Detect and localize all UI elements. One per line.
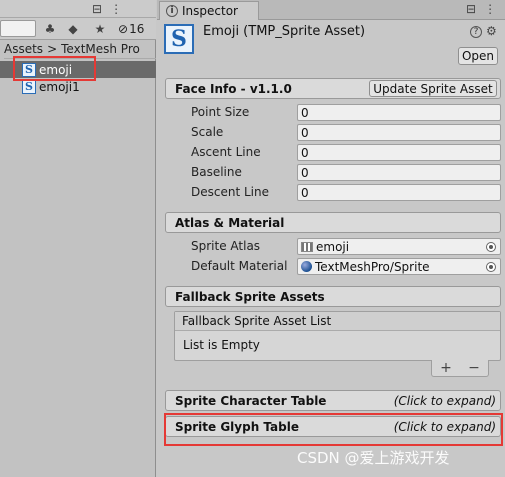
hidden-packages-toggle[interactable]: ⊘ 16 — [118, 19, 144, 39]
section-title: Sprite Character Table — [175, 393, 327, 408]
sprite-atlas-field[interactable]: emoji — [297, 238, 501, 255]
section-title: Atlas & Material — [175, 215, 285, 230]
scale-field[interactable]: 0 — [297, 124, 501, 141]
add-item-button[interactable]: + — [440, 360, 452, 376]
default-material-label: Default Material — [191, 259, 288, 273]
point-size-field[interactable]: 0 — [297, 104, 501, 121]
create-icon[interactable]: ♣ — [40, 19, 60, 39]
watermark: CSDN @爱上游戏开发 — [297, 449, 450, 467]
more-options-icon[interactable]: ⋮ — [484, 2, 496, 16]
ascent-line-field[interactable]: 0 — [297, 144, 501, 161]
favorite-star-icon[interactable]: ★ — [90, 19, 110, 39]
default-material-field[interactable]: TextMeshPro/Sprite — [297, 258, 501, 275]
tree-item-label: emoji1 — [39, 79, 80, 94]
tab-inspector[interactable]: i Inspector — [159, 1, 259, 20]
hidden-count: 16 — [129, 22, 145, 36]
eye-slash-icon: ⊘ — [118, 22, 129, 36]
glyph-table-highlight-box — [164, 413, 503, 446]
breadcrumb-separator: > — [47, 42, 58, 56]
inspector-panel-controls: ⊟ ⋮ — [466, 2, 496, 16]
list-add-remove-controls: + − — [431, 360, 489, 377]
remove-item-button[interactable]: − — [468, 360, 480, 376]
lock-icon[interactable]: ⊟ — [92, 2, 102, 16]
help-icon[interactable]: ? — [470, 26, 482, 38]
breadcrumb-assets[interactable]: Assets — [4, 42, 43, 56]
expand-hint: (Click to expand) — [393, 393, 496, 408]
section-atlas-material[interactable]: Atlas & Material — [165, 212, 501, 233]
texture-icon — [301, 241, 313, 252]
scale-label: Scale — [191, 125, 224, 139]
tab-label: Inspector — [182, 4, 238, 18]
selection-highlight-box — [13, 56, 96, 81]
section-title: Face Info - v1.1.0 — [175, 81, 292, 96]
sprite-atlas-label: Sprite Atlas — [191, 239, 261, 253]
open-button[interactable]: Open — [458, 47, 498, 65]
info-icon: i — [166, 5, 178, 17]
project-panel-controls: ⊟ ⋮ — [92, 2, 122, 16]
section-fallback-sprite-assets[interactable]: Fallback Sprite Assets — [165, 286, 501, 307]
sprite-asset-icon: S — [22, 79, 36, 94]
sprite-asset-large-icon: S — [164, 24, 194, 54]
settings-gear-icon[interactable]: ⚙ — [486, 24, 497, 38]
update-sprite-asset-button[interactable]: Update Sprite Asset — [369, 80, 497, 97]
list-empty-text: List is Empty — [183, 338, 260, 352]
sprite-atlas-value: emoji — [316, 239, 350, 254]
point-size-label: Point Size — [191, 105, 250, 119]
material-icon — [301, 261, 312, 272]
default-material-value: TextMeshPro/Sprite — [315, 259, 430, 274]
baseline-label: Baseline — [191, 165, 242, 179]
baseline-field[interactable]: 0 — [297, 164, 501, 181]
search-input[interactable] — [0, 20, 36, 37]
section-sprite-character-table[interactable]: Sprite Character Table (Click to expand) — [165, 390, 501, 411]
label-filter-icon[interactable]: ◆ — [63, 19, 83, 39]
asset-title: Emoji (TMP_Sprite Asset) — [203, 24, 366, 39]
section-title: Fallback Sprite Assets — [175, 289, 325, 304]
fallback-list-header[interactable]: Fallback Sprite Asset List — [175, 312, 500, 331]
descent-line-label: Descent Line — [191, 185, 269, 199]
more-options-icon[interactable]: ⋮ — [110, 2, 122, 16]
object-picker-icon[interactable] — [486, 242, 496, 252]
ascent-line-label: Ascent Line — [191, 145, 261, 159]
descent-line-field[interactable]: 0 — [297, 184, 501, 201]
object-picker-icon[interactable] — [486, 262, 496, 272]
lock-icon[interactable]: ⊟ — [466, 2, 476, 16]
breadcrumb-textmesh-pro[interactable]: TextMesh Pro — [61, 42, 140, 56]
project-tab-strip — [0, 0, 156, 18]
